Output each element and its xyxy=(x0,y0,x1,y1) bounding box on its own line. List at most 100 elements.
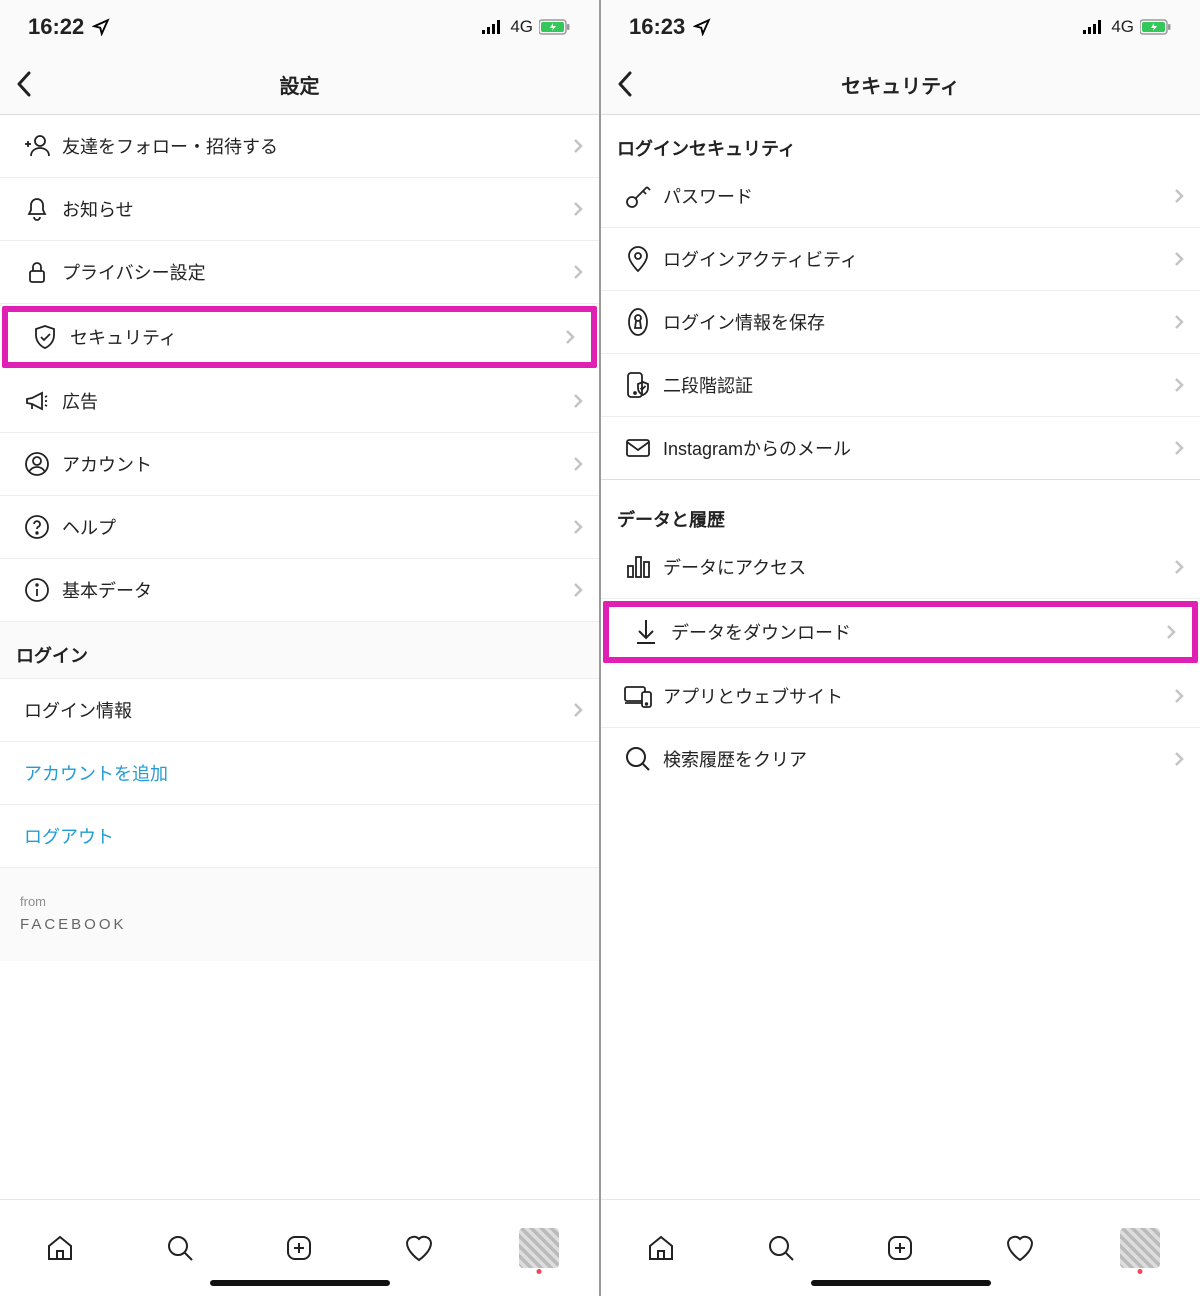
devices-icon xyxy=(617,682,659,710)
settings-item-notifications[interactable]: お知らせ xyxy=(0,178,599,241)
tab-profile[interactable] xyxy=(519,1228,559,1268)
security-item-password[interactable]: パスワード xyxy=(601,165,1200,228)
settings-item-login-info[interactable]: ログイン情報 xyxy=(0,679,599,742)
battery-icon xyxy=(539,19,571,35)
settings-item-label: セキュリティ xyxy=(66,324,565,350)
chevron-right-icon xyxy=(573,702,583,718)
location-icon xyxy=(92,18,110,36)
security-item-label: データをダウンロード xyxy=(667,619,1166,645)
settings-item-label: プライバシー設定 xyxy=(58,259,573,285)
chevron-right-icon xyxy=(565,329,575,345)
security-item-access-data[interactable]: データにアクセス xyxy=(601,536,1200,599)
security-item-label: パスワード xyxy=(659,183,1174,209)
chevron-right-icon xyxy=(1174,559,1184,575)
settings-item-follow-invite[interactable]: 友達をフォロー・招待する xyxy=(0,115,599,178)
security-item-label: ログイン情報を保存 xyxy=(659,309,1174,335)
security-item-label: ログインアクティビティ xyxy=(659,246,1174,272)
chevron-right-icon xyxy=(1174,188,1184,204)
page-header: 設定 xyxy=(0,54,599,115)
settings-item-add-account[interactable]: アカウントを追加 xyxy=(0,742,599,805)
network-label: 4G xyxy=(1111,17,1134,37)
chevron-right-icon xyxy=(573,582,583,598)
from-label: from xyxy=(20,892,579,913)
key-icon xyxy=(617,181,659,211)
settings-item-ads[interactable]: 広告 xyxy=(0,370,599,433)
settings-item-account[interactable]: アカウント xyxy=(0,433,599,496)
status-bar: 16:23 4G xyxy=(601,0,1200,54)
security-item-clear-search[interactable]: 検索履歴をクリア xyxy=(601,728,1200,790)
chevron-right-icon xyxy=(1174,377,1184,393)
avatar xyxy=(1120,1228,1160,1268)
security-item-label: 二段階認証 xyxy=(659,372,1174,398)
signal-icon xyxy=(482,20,504,34)
battery-icon xyxy=(1140,19,1172,35)
settings-item-label: アカウントを追加 xyxy=(20,760,583,786)
status-time: 16:22 xyxy=(28,14,84,40)
security-item-two-factor[interactable]: 二段階認証 xyxy=(601,354,1200,417)
settings-item-logout[interactable]: ログアウト xyxy=(0,805,599,868)
chevron-right-icon xyxy=(1174,751,1184,767)
chevron-right-icon xyxy=(573,264,583,280)
section-login-security: ログインセキュリティ xyxy=(601,115,1200,165)
tab-home[interactable] xyxy=(641,1228,681,1268)
status-bar: 16:22 4G xyxy=(0,0,599,54)
tab-profile[interactable] xyxy=(1120,1228,1160,1268)
tab-search[interactable] xyxy=(761,1228,801,1268)
chevron-right-icon xyxy=(573,393,583,409)
tab-activity[interactable] xyxy=(1000,1228,1040,1268)
settings-item-about[interactable]: 基本データ xyxy=(0,559,599,622)
mail-icon xyxy=(617,434,659,462)
download-icon xyxy=(625,617,667,647)
tab-search[interactable] xyxy=(160,1228,200,1268)
settings-item-security[interactable]: セキュリティ xyxy=(2,306,597,368)
page-title: 設定 xyxy=(280,70,320,99)
tab-create[interactable] xyxy=(279,1228,319,1268)
footer-from: from FACEBOOK xyxy=(0,868,599,961)
home-indicator[interactable] xyxy=(210,1280,390,1286)
chevron-right-icon xyxy=(1174,688,1184,704)
settings-item-label: ログアウト xyxy=(20,823,583,849)
settings-item-label: お知らせ xyxy=(58,196,573,222)
section-login: ログイン xyxy=(0,622,599,679)
status-time: 16:23 xyxy=(629,14,685,40)
section-data-history: データと履歴 xyxy=(601,480,1200,536)
security-list: ログインセキュリティ パスワード ログインアクティビティ ログイン情報を保存 xyxy=(601,115,1200,1199)
help-circle-icon xyxy=(16,513,58,541)
lock-icon xyxy=(16,258,58,286)
map-pin-icon xyxy=(617,244,659,274)
shield-check-icon xyxy=(24,323,66,351)
page-title: セキュリティ xyxy=(841,70,960,99)
facebook-label: FACEBOOK xyxy=(20,913,579,937)
back-button[interactable] xyxy=(617,71,633,97)
security-item-apps-websites[interactable]: アプリとウェブサイト xyxy=(601,665,1200,728)
settings-item-privacy[interactable]: プライバシー設定 xyxy=(0,241,599,304)
phone-shield-icon xyxy=(617,370,659,400)
settings-item-label: ログイン情報 xyxy=(20,697,573,723)
chevron-right-icon xyxy=(573,456,583,472)
security-item-emails[interactable]: Instagramからのメール xyxy=(601,417,1200,480)
settings-item-label: 広告 xyxy=(58,388,573,414)
security-item-saved-login[interactable]: ログイン情報を保存 xyxy=(601,291,1200,354)
signal-icon xyxy=(1083,20,1105,34)
chevron-right-icon xyxy=(573,519,583,535)
back-button[interactable] xyxy=(16,71,32,97)
chevron-right-icon xyxy=(1174,251,1184,267)
tab-create[interactable] xyxy=(880,1228,920,1268)
chevron-right-icon xyxy=(1166,624,1176,640)
home-indicator[interactable] xyxy=(811,1280,991,1286)
security-item-download-data[interactable]: データをダウンロード xyxy=(603,601,1198,663)
settings-item-help[interactable]: ヘルプ xyxy=(0,496,599,559)
tab-home[interactable] xyxy=(40,1228,80,1268)
avatar xyxy=(519,1228,559,1268)
page-header: セキュリティ xyxy=(601,54,1200,115)
network-label: 4G xyxy=(510,17,533,37)
settings-list: 友達をフォロー・招待する お知らせ プライバシー設定 セキュリティ xyxy=(0,115,599,1199)
security-item-login-activity[interactable]: ログインアクティビティ xyxy=(601,228,1200,291)
add-person-icon xyxy=(16,131,58,161)
search-icon xyxy=(617,744,659,774)
info-circle-icon xyxy=(16,576,58,604)
security-item-label: Instagramからのメール xyxy=(659,435,1174,461)
user-circle-icon xyxy=(16,450,58,478)
tab-activity[interactable] xyxy=(399,1228,439,1268)
location-icon xyxy=(693,18,711,36)
